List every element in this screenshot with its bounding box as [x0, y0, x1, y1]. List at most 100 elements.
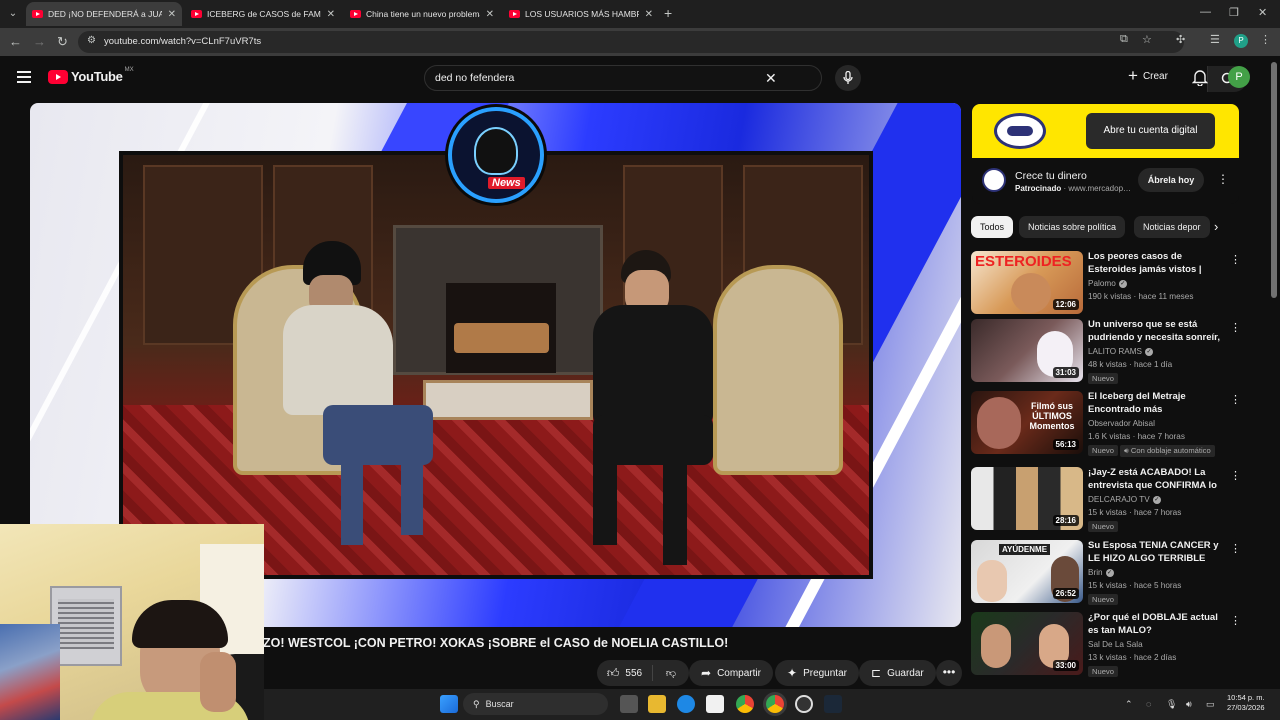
related-video[interactable]: 33:00 ¿Por qué el DOBLAJE actual es tan …: [970, 612, 1250, 678]
voice-search-button[interactable]: [835, 65, 861, 91]
back-icon[interactable]: ←: [9, 34, 22, 49]
youtube-logo[interactable]: YouTube MX: [48, 67, 134, 84]
install-app-icon[interactable]: ⧉: [1120, 33, 1128, 46]
search-box[interactable]: ded no fefendera ✕: [424, 65, 1247, 92]
like-button[interactable]: 👍︎ 556: [597, 665, 653, 681]
account-avatar[interactable]: P: [1228, 66, 1250, 88]
related-video[interactable]: Filmó sus ÚLTIMOS Momentos 56:13 El Iceb…: [970, 391, 1250, 457]
chip-todos[interactable]: Todos: [971, 216, 1014, 238]
store-icon[interactable]: [706, 695, 724, 713]
related-video-title[interactable]: ¿Por qué el DOBLAJE actual es tan MALO?: [1088, 612, 1224, 637]
video-thumbnail[interactable]: 33:00: [971, 612, 1083, 675]
notifications-button[interactable]: [1191, 68, 1209, 91]
clock-time: 10:54 p. m.: [1227, 693, 1265, 702]
new-tab-icon[interactable]: +: [664, 5, 672, 21]
related-video-channel[interactable]: Observador Abisal: [1088, 419, 1155, 428]
dislike-button[interactable]: 👎︎: [653, 667, 689, 679]
youtube-favicon-icon: [191, 10, 202, 18]
close-tab-icon[interactable]: ✕: [327, 9, 335, 20]
create-button[interactable]: + Crear: [1128, 66, 1168, 85]
chrome-icon[interactable]: [736, 695, 754, 713]
task-view-icon[interactable]: [620, 695, 638, 713]
related-video-channel[interactable]: Palomo ✓: [1088, 279, 1127, 288]
address-bar[interactable]: ⚙ youtube.com/watch?v=CLnF7uVR7ts: [78, 31, 1184, 53]
browser-tab[interactable]: China tiene un nuevo problema ✕: [344, 2, 500, 26]
network-icon[interactable]: ◌: [1146, 699, 1151, 709]
taskbar-search[interactable]: ⚲ Buscar: [463, 693, 608, 715]
related-video[interactable]: 31:03 Un universo que se está pudriendo …: [970, 319, 1250, 385]
page-scrollbar[interactable]: [1271, 62, 1277, 298]
related-video-channel[interactable]: Brin ✓: [1088, 568, 1114, 577]
browser-tab[interactable]: ICEBERG de CASOS de FAMOSOS ✕: [185, 2, 341, 26]
obs-icon[interactable]: [795, 695, 813, 713]
microphone-tray-icon[interactable]: 🎙︎: [1166, 699, 1177, 710]
save-button[interactable]: ⊏ Guardar: [859, 660, 936, 686]
ad-menu-icon[interactable]: ⋮: [1217, 172, 1229, 186]
browser-tab[interactable]: DED ¡NO DEFENDERÁ a JUANS… ✕: [26, 2, 182, 26]
ad-banner[interactable]: Abre tu cuenta digital: [972, 104, 1239, 158]
video-options-icon[interactable]: ⋮: [1230, 614, 1241, 627]
windows-start-icon[interactable]: [440, 695, 458, 713]
sponsored-ad[interactable]: Abre tu cuenta digital Crece tu dinero P…: [972, 104, 1239, 204]
steam-icon[interactable]: [824, 695, 842, 713]
share-button[interactable]: ➦ Compartir: [689, 660, 773, 686]
bookmark-star-icon[interactable]: ☆: [1142, 33, 1152, 46]
restore-icon[interactable]: ❐: [1229, 6, 1239, 19]
related-video-title[interactable]: ¡Jay-Z está ACABADO! La entrevista que C…: [1088, 467, 1224, 493]
extensions-icon[interactable]: ✣: [1176, 33, 1185, 46]
browser-menu-icon[interactable]: ⋮: [1260, 33, 1271, 46]
related-video-title[interactable]: El Iceberg del Metraje Encontrado más Pe…: [1088, 391, 1224, 417]
edge-icon[interactable]: [677, 695, 695, 713]
taskbar-clock[interactable]: 10:54 p. m. 27/03/2026: [1227, 693, 1265, 713]
video-options-icon[interactable]: ⋮: [1230, 542, 1241, 555]
search-input[interactable]: ded no fefendera: [435, 72, 514, 84]
battery-icon[interactable]: ▭: [1206, 699, 1215, 710]
video-thumbnail[interactable]: 28:16: [971, 467, 1083, 530]
tab-title: DED ¡NO DEFENDERÁ a JUANS…: [48, 9, 162, 19]
more-actions-button[interactable]: •••: [936, 660, 962, 686]
file-explorer-icon[interactable]: [648, 695, 666, 713]
browser-tab[interactable]: LOS USUARIOS MÁS HAMBREADOS ✕: [503, 2, 659, 26]
youtube-favicon-icon: [350, 10, 361, 18]
site-info-icon[interactable]: ⚙: [87, 35, 96, 46]
ask-button[interactable]: ✦ Preguntar: [775, 660, 859, 686]
video-options-icon[interactable]: ⋮: [1230, 393, 1241, 406]
related-video-channel[interactable]: DELCARAJO TV ✓: [1088, 495, 1161, 504]
browser-profile-avatar[interactable]: P: [1234, 34, 1248, 48]
guide-menu-icon[interactable]: [17, 71, 31, 86]
forward-icon[interactable]: →: [33, 34, 46, 49]
chip-deportes[interactable]: Noticias depor: [1134, 216, 1210, 238]
video-options-icon[interactable]: ⋮: [1230, 253, 1241, 266]
volume-icon[interactable]: 🔊︎: [1186, 699, 1192, 710]
chevron-right-icon[interactable]: ›: [1214, 219, 1218, 234]
chip-politica[interactable]: Noticias sobre política: [1019, 216, 1126, 238]
minimize-icon[interactable]: —: [1200, 6, 1211, 18]
clear-search-icon[interactable]: ✕: [765, 70, 777, 87]
video-options-icon[interactable]: ⋮: [1230, 321, 1241, 334]
related-video[interactable]: 28:16 ¡Jay-Z está ACABADO! La entrevista…: [970, 467, 1250, 533]
reading-list-icon[interactable]: ☰: [1210, 33, 1220, 46]
video-thumbnail[interactable]: Filmó sus ÚLTIMOS Momentos 56:13: [971, 391, 1083, 454]
related-video-title[interactable]: Su Esposa TENIA CANCER y LE HIZO ALGO TE…: [1088, 540, 1224, 565]
related-video-title[interactable]: Un universo que se está pudriendo y nece…: [1088, 319, 1224, 345]
related-video-channel[interactable]: LALITO RAMS ✓: [1088, 347, 1153, 356]
video-options-icon[interactable]: ⋮: [1230, 469, 1241, 482]
video-thumbnail[interactable]: ESTEROIDES 12:06: [971, 251, 1083, 314]
related-video[interactable]: AYÚDENME 26:52 Su Esposa TENIA CANCER y …: [970, 540, 1250, 606]
chrome-active-icon[interactable]: [766, 695, 784, 713]
plus-icon: +: [1128, 66, 1138, 85]
close-window-icon[interactable]: ✕: [1258, 6, 1267, 19]
tray-overflow-icon[interactable]: ⌃: [1125, 699, 1133, 710]
video-thumbnail[interactable]: AYÚDENME 26:52: [971, 540, 1083, 603]
related-video-title[interactable]: Los peores casos de Esteroides jamás vis…: [1088, 251, 1224, 277]
tab-search-button[interactable]: ⌄: [4, 5, 22, 23]
close-tab-icon[interactable]: ✕: [168, 9, 176, 20]
ad-open-account-button[interactable]: Abre tu cuenta digital: [1086, 113, 1215, 149]
related-video[interactable]: ESTEROIDES 12:06 Los peores casos de Est…: [970, 251, 1250, 317]
close-tab-icon[interactable]: ✕: [486, 9, 494, 20]
video-thumbnail[interactable]: 31:03: [971, 319, 1083, 382]
ad-cta-button[interactable]: Ábrela hoy: [1138, 168, 1204, 192]
related-video-channel[interactable]: Sal De La Sala: [1088, 640, 1143, 649]
close-tab-icon[interactable]: ✕: [645, 9, 653, 20]
reload-icon[interactable]: ↻: [57, 34, 68, 50]
